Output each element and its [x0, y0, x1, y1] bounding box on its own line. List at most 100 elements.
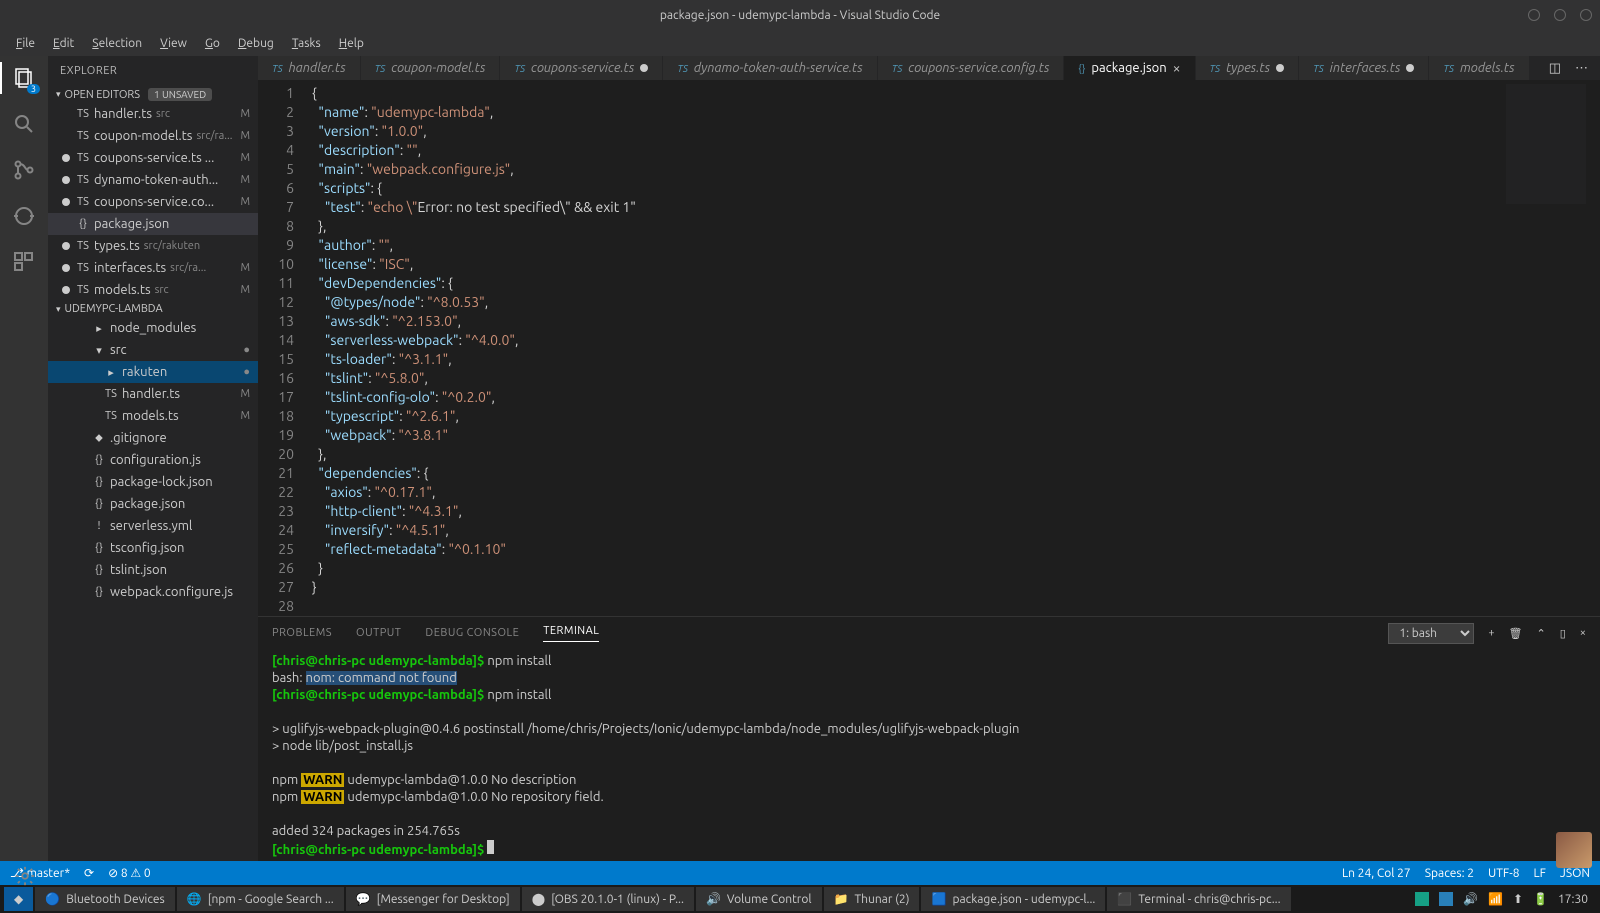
panel-tab-debug-console[interactable]: DEBUG CONSOLE — [425, 627, 519, 639]
tree-item[interactable]: {}tsconfig.json — [48, 537, 258, 559]
editor-tab[interactable]: {}package.json× — [1064, 56, 1195, 80]
language-mode[interactable]: JSON — [1560, 867, 1590, 880]
more-icon[interactable]: ⋯ — [1575, 61, 1588, 76]
open-editors-header[interactable]: ▾ OPEN EDITORS 1 UNSAVED — [48, 86, 258, 103]
tree-item[interactable]: ⬥.gitignore — [48, 427, 258, 449]
open-editor-item[interactable]: TScoupon-model.tssrc/ra...M — [48, 125, 258, 147]
panel-tabs: PROBLEMS OUTPUT DEBUG CONSOLE TERMINAL 1: ba… — [258, 617, 1600, 649]
cursor-position[interactable]: Ln 24, Col 27 — [1342, 867, 1411, 880]
menu-view[interactable]: View — [152, 35, 195, 52]
tray-icon[interactable]: 🔊 — [1463, 892, 1478, 906]
maximize-icon[interactable] — [1554, 9, 1566, 21]
menu-debug[interactable]: Debug — [230, 35, 282, 52]
taskbar-app[interactable]: 📁Thunar (2) — [824, 887, 920, 911]
taskbar-app[interactable]: 💬[Messenger for Desktop] — [346, 887, 520, 911]
tree-item[interactable]: {}package.json — [48, 493, 258, 515]
tree-item[interactable]: {}webpack.configure.js — [48, 581, 258, 603]
panel-close-icon[interactable]: × — [1580, 627, 1586, 639]
panel-maximize-icon[interactable]: ▯ — [1560, 627, 1566, 640]
editor-tab[interactable]: TScoupons-service.config.ts — [878, 56, 1065, 80]
taskbar-app[interactable]: 🔊Volume Control — [696, 887, 822, 911]
tree-item[interactable]: TShandler.tsM — [48, 383, 258, 405]
tray-icon[interactable] — [1415, 892, 1429, 906]
window-controls — [1528, 9, 1592, 21]
tray-icon[interactable] — [1439, 892, 1453, 906]
tray-icon[interactable]: 🔋 — [1533, 892, 1548, 906]
editor-tab[interactable]: TStypes.ts — [1196, 56, 1300, 80]
search-icon[interactable] — [10, 110, 38, 138]
explorer-icon[interactable]: 3 — [10, 64, 38, 92]
tree-item[interactable]: ▸node_modules — [48, 317, 258, 339]
settings-icon[interactable] — [14, 865, 36, 890]
problems-status[interactable]: ⊘ 8 ⚠ 0 — [108, 866, 151, 880]
extensions-icon[interactable] — [10, 248, 38, 276]
open-editor-item[interactable]: TShandler.tssrcM — [48, 103, 258, 125]
code-content[interactable]: { "name": "udemypc-lambda", "version": "… — [308, 80, 1600, 616]
clock[interactable]: 17:30 — [1558, 893, 1588, 906]
line-gutter: 1234567891011121314151617181920212223242… — [258, 80, 308, 616]
open-editor-item[interactable]: TSinterfaces.tssrc/ra...M — [48, 257, 258, 279]
explorer-badge: 3 — [27, 84, 40, 94]
tree-item[interactable]: TSmodels.tsM — [48, 405, 258, 427]
code-editor[interactable]: 1234567891011121314151617181920212223242… — [258, 80, 1600, 616]
split-icon[interactable]: ◫ — [1549, 61, 1561, 76]
project-header[interactable]: ▾ UDEMYPC-LAMBDA — [48, 301, 258, 317]
open-editor-item[interactable]: TScoupons-service.co...M — [48, 191, 258, 213]
menu-help[interactable]: Help — [331, 35, 372, 52]
taskbar-app[interactable]: 🌐[npm - Google Search ... — [177, 887, 344, 911]
new-terminal-icon[interactable]: + — [1488, 627, 1494, 639]
tray-icon[interactable]: ⬆ — [1513, 892, 1523, 906]
start-button[interactable]: ◆ — [4, 887, 33, 911]
editor-tab[interactable]: TShandler.ts — [258, 56, 361, 80]
editor-tab[interactable]: TSmodels.ts — [1429, 56, 1529, 80]
panel-tab-output[interactable]: OUTPUT — [356, 627, 401, 639]
user-avatar[interactable] — [1556, 832, 1592, 868]
scm-icon[interactable] — [10, 156, 38, 184]
debug-icon[interactable] — [10, 202, 38, 230]
menu-edit[interactable]: Edit — [45, 35, 82, 52]
menu-selection[interactable]: Selection — [84, 35, 150, 52]
open-editor-item[interactable]: {}package.json — [48, 213, 258, 235]
unsaved-badge: 1 UNSAVED — [148, 88, 212, 101]
eol[interactable]: LF — [1534, 867, 1546, 880]
tree-item[interactable]: ▾src● — [48, 339, 258, 361]
editor-tab[interactable]: TSdynamo-token-auth-service.ts — [663, 56, 877, 80]
minimize-icon[interactable] — [1528, 9, 1540, 21]
close-icon: × — [1173, 60, 1181, 76]
taskbar-app[interactable]: 🟦package.json - udemypc-l... — [921, 887, 1105, 911]
panel-tab-problems[interactable]: PROBLEMS — [272, 627, 332, 639]
terminal-output[interactable]: [chris@chris-pc udemypc-lambda]$ npm ins… — [258, 649, 1600, 861]
sidebar-title: EXPLORER — [48, 56, 258, 86]
window-title: package.json - udemypc-lambda - Visual S… — [660, 9, 940, 22]
editor-tab[interactable]: TSinterfaces.ts — [1299, 56, 1429, 80]
menu-tasks[interactable]: Tasks — [284, 35, 329, 52]
tree-item[interactable]: {}configuration.js — [48, 449, 258, 471]
open-editor-item[interactable]: TSmodels.tssrcM — [48, 279, 258, 301]
panel-up-icon[interactable]: ⌃ — [1537, 627, 1546, 640]
taskbar-app[interactable]: ⬤[OBS 20.1.0-1 (linux) - P... — [522, 887, 694, 911]
editor-tab[interactable]: TScoupons-service.ts — [500, 56, 663, 80]
open-editor-item[interactable]: TSdynamo-token-auth...M — [48, 169, 258, 191]
encoding[interactable]: UTF-8 — [1488, 867, 1519, 880]
tree-item[interactable]: {}tslint.json — [48, 559, 258, 581]
taskbar-app[interactable]: ⬛Terminal - chris@chris-pc... — [1107, 887, 1290, 911]
tree-item[interactable]: {}package-lock.json — [48, 471, 258, 493]
tree-item[interactable]: !serverless.yml — [48, 515, 258, 537]
open-editor-item[interactable]: TScoupons-service.ts ...M — [48, 147, 258, 169]
terminal-selector[interactable]: 1: bash — [1388, 623, 1474, 644]
taskbar-app[interactable]: 🔵Bluetooth Devices — [35, 887, 175, 911]
editor-tab[interactable]: TScoupon-model.ts — [361, 56, 501, 80]
kill-terminal-icon[interactable]: 🗑 — [1509, 627, 1523, 640]
menu-go[interactable]: Go — [197, 35, 228, 52]
open-editor-item[interactable]: TStypes.tssrc/rakuten — [48, 235, 258, 257]
indentation[interactable]: Spaces: 2 — [1425, 867, 1474, 880]
tray-icon[interactable]: 📶 — [1488, 892, 1503, 906]
sync-icon[interactable]: ⟳ — [84, 866, 94, 880]
close-icon[interactable] — [1580, 9, 1592, 21]
menu-file[interactable]: File — [8, 35, 43, 52]
minimap[interactable] — [1506, 84, 1586, 204]
menubar: FileEditSelectionViewGoDebugTasksHelp — [0, 30, 1600, 56]
editor-area: TShandler.tsTScoupon-model.tsTScoupons-s… — [258, 56, 1600, 861]
panel-tab-terminal[interactable]: TERMINAL — [543, 625, 599, 642]
tree-item[interactable]: ▸rakuten● — [48, 361, 258, 383]
